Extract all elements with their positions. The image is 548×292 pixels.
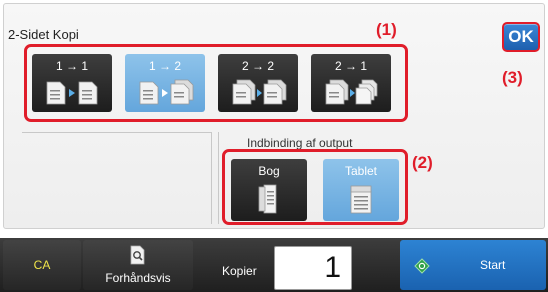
book-binding-icon	[258, 184, 277, 214]
copies-label: Kopier	[222, 264, 257, 278]
callout-3: (3)	[502, 68, 523, 87]
mode-2-to-2-button[interactable]: 2 → 2	[218, 54, 298, 112]
screen-title: 2-Sidet Kopi	[8, 27, 79, 42]
tablet-binding-icon	[350, 185, 372, 214]
callout-1: (1)	[376, 20, 397, 39]
mode-1-to-2-button[interactable]: 1 → 2	[125, 54, 205, 112]
start-label: Start	[480, 258, 506, 272]
mode-label: 2 → 1	[334, 59, 367, 73]
binding-option-group: Bog Tablet	[222, 149, 408, 225]
binding-option-label: Bog	[258, 164, 280, 178]
mode-label: 1 → 2	[148, 59, 181, 73]
preview-button[interactable]: Forhåndsvis	[83, 240, 193, 290]
mode-label: 2 → 2	[241, 59, 274, 73]
magnifier-page-icon	[130, 245, 145, 265]
two-to-one-icon	[325, 79, 378, 105]
clear-all-button[interactable]: CA	[3, 240, 81, 290]
start-diamond-icon	[414, 258, 430, 274]
binding-tablet-button[interactable]: Tablet	[323, 159, 399, 221]
mode-1-to-1-button[interactable]: 1 → 1	[32, 54, 112, 112]
callout-2: (2)	[412, 153, 433, 172]
mode-2-to-1-button[interactable]: 2 → 1	[311, 54, 391, 112]
binding-option-label: Tablet	[344, 164, 378, 178]
one-to-two-icon	[139, 79, 194, 105]
copy-mode-group: 1 → 1 1 → 2 2 → 2 2 → 1	[24, 44, 408, 122]
mode-label: 1 → 1	[55, 59, 88, 73]
preview-label: Forhåndsvis	[105, 271, 171, 285]
two-to-two-icon	[232, 79, 287, 105]
empty-settings-area	[22, 132, 212, 224]
binding-label: Indbinding af output	[247, 136, 353, 150]
binding-book-button[interactable]: Bog	[231, 159, 307, 221]
one-to-one-icon	[46, 81, 98, 105]
copies-input[interactable]: 1	[274, 246, 352, 290]
ok-button[interactable]: OK	[502, 22, 540, 52]
start-button[interactable]: Start	[400, 240, 546, 290]
